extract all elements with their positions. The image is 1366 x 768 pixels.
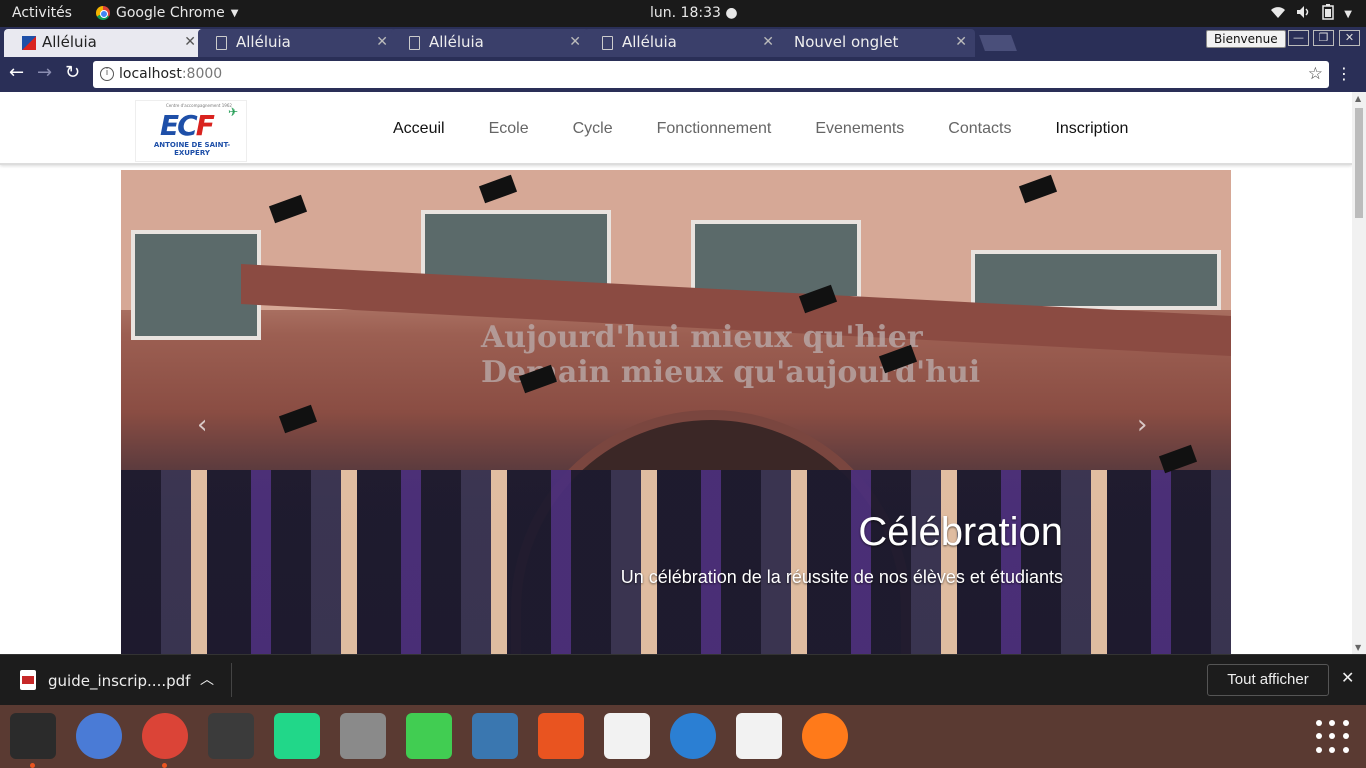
page-viewport: Centre d'accompagnement 1962 ECF ✈ ANTOI… [0, 92, 1352, 654]
document-icon [216, 36, 227, 50]
profile-button[interactable]: Bienvenue [1206, 30, 1286, 48]
download-file-name[interactable]: guide_inscrip....pdf [48, 672, 190, 690]
close-icon[interactable]: ✕ [569, 34, 581, 50]
ubuntu-dock [0, 705, 1366, 768]
show-applications-icon[interactable] [1316, 720, 1350, 754]
logo-name: ANTOINE DE SAINT-EXUPÉRY [153, 141, 231, 157]
chrome-icon [96, 6, 110, 20]
forward-arrow-icon[interactable]: → [37, 62, 52, 83]
downloads-shelf: guide_inscrip....pdf ︿ Tout afficher ✕ [0, 654, 1366, 705]
document-icon [409, 36, 420, 50]
nav-link-acceuil[interactable]: Acceuil [393, 120, 445, 138]
browser-menu-icon[interactable]: ⋮ [1336, 64, 1352, 83]
tab-label: Alléluia [429, 33, 484, 51]
volume-icon [1296, 5, 1312, 23]
running-indicator [30, 763, 35, 768]
info-icon[interactable]: i [100, 67, 114, 81]
chevron-up-icon[interactable]: ︿ [200, 669, 214, 689]
tab-new-tab[interactable]: Nouvel onglet ✕ [777, 29, 975, 57]
logo-tagline: Centre d'accompagnement 1962 [166, 103, 232, 108]
site-navbar: Centre d'accompagnement 1962 ECF ✈ ANTOI… [0, 92, 1352, 165]
tab-strip: Alléluia ✕ Alléluia ✕ Alléluia ✕ Allélui… [0, 27, 1366, 57]
amazon-icon[interactable] [736, 713, 782, 759]
bookmark-star-icon[interactable]: ☆ [1308, 64, 1323, 84]
school-logo[interactable]: Centre d'accompagnement 1962 ECF ✈ ANTOI… [135, 100, 247, 162]
carousel-caption-text: Un célébration de la réussite de nos élè… [620, 567, 1063, 587]
close-icon[interactable]: ✕ [955, 34, 967, 50]
python-icon[interactable] [472, 713, 518, 759]
firefox-icon[interactable] [802, 713, 848, 759]
maximize-button[interactable]: ❐ [1313, 30, 1334, 46]
carousel-prev-chevron-icon[interactable]: ‹ [197, 410, 207, 440]
show-all-downloads-button[interactable]: Tout afficher [1207, 664, 1329, 696]
nav-link-cycle[interactable]: Cycle [573, 120, 613, 138]
nav-link-contacts[interactable]: Contacts [948, 120, 1011, 138]
system-tray[interactable]: ▼ [1270, 4, 1352, 24]
chromium-icon[interactable] [76, 713, 122, 759]
logo-mark: ECF [160, 109, 215, 142]
site-nav-links: Acceuil Ecole Cycle Fonctionnement Evene… [393, 120, 1128, 138]
tab-label: Nouvel onglet [794, 33, 899, 51]
close-window-button[interactable]: ✕ [1339, 30, 1360, 46]
system-menu-chevron-icon: ▼ [1344, 8, 1352, 20]
activities-button[interactable]: Activités [12, 5, 72, 21]
document-viewer-icon[interactable] [604, 713, 650, 759]
url-host: localhost [119, 66, 182, 82]
tab-alleluia-3[interactable]: Alléluia ✕ [391, 29, 589, 57]
nav-link-fonctionnement[interactable]: Fonctionnement [657, 120, 772, 138]
tab-alleluia-4[interactable]: Alléluia ✕ [584, 29, 782, 57]
graduation-cap-icon [1158, 444, 1198, 474]
carousel-next-chevron-icon[interactable]: › [1137, 410, 1147, 440]
tab-label: Alléluia [236, 33, 291, 51]
files-icon[interactable] [340, 713, 386, 759]
tab-alleluia-1[interactable]: Alléluia ✕ [4, 29, 204, 57]
close-icon[interactable]: ✕ [762, 34, 774, 50]
terminal-icon[interactable] [10, 713, 56, 759]
app-menu-label: Google Chrome [116, 5, 225, 21]
carousel-caption-title: Célébration [858, 510, 1063, 554]
chrome-icon[interactable] [142, 713, 188, 759]
document-icon [602, 36, 613, 50]
close-shelf-icon[interactable]: ✕ [1341, 668, 1354, 687]
pdf-file-icon [20, 670, 36, 690]
scrollbar-thumb[interactable] [1355, 108, 1363, 218]
url-port: :8000 [181, 66, 223, 82]
graduation-cap-icon [278, 404, 318, 434]
building-window [971, 250, 1221, 310]
software-center-icon[interactable] [538, 713, 584, 759]
browser-toolbar: ← → ↻ i localhost:8000 ☆ [0, 57, 1366, 92]
new-tab-button[interactable] [979, 35, 1017, 51]
sublime-text-icon[interactable] [208, 713, 254, 759]
nav-link-ecole[interactable]: Ecole [489, 120, 529, 138]
close-icon[interactable]: ✕ [376, 34, 388, 50]
address-bar[interactable]: i localhost:8000 ☆ [93, 61, 1329, 88]
close-icon[interactable]: ✕ [184, 34, 196, 50]
tab-alleluia-2[interactable]: Alléluia ✕ [198, 29, 396, 57]
scroll-down-arrow-icon[interactable]: ▼ [1355, 643, 1361, 652]
nav-link-evenements[interactable]: Evenements [815, 120, 904, 138]
scroll-up-arrow-icon[interactable]: ▲ [1355, 94, 1361, 103]
system-top-bar: Activités Google Chrome ▼ lun. 18:33 ● ▼ [0, 0, 1366, 27]
reload-icon[interactable]: ↻ [65, 62, 80, 83]
pycharm-icon[interactable] [274, 713, 320, 759]
battery-icon [1322, 4, 1335, 24]
tab-label: Alléluia [622, 33, 677, 51]
app-menu[interactable]: Google Chrome ▼ [96, 5, 238, 21]
plane-icon: ✈ [228, 105, 239, 119]
back-arrow-icon[interactable]: ← [9, 62, 24, 83]
carousel-caption: Célébration Un célébration de la réussit… [621, 510, 1063, 588]
shelf-divider [231, 663, 232, 697]
wifi-icon [1270, 5, 1286, 23]
chevron-down-icon: ▼ [230, 7, 239, 19]
hero-carousel: Aujourd'hui mieux qu'hier Demain mieux q… [121, 170, 1231, 654]
minimize-button[interactable]: — [1288, 30, 1309, 46]
nav-link-inscription[interactable]: Inscription [1055, 120, 1128, 138]
clock[interactable]: lun. 18:33 ● [650, 5, 738, 21]
running-indicator [162, 763, 167, 768]
tab-label: Alléluia [42, 33, 97, 51]
help-icon[interactable] [670, 713, 716, 759]
qt-creator-icon[interactable] [406, 713, 452, 759]
site-favicon-icon [22, 36, 36, 50]
page-scrollbar[interactable]: ▲ ▼ [1352, 92, 1366, 654]
